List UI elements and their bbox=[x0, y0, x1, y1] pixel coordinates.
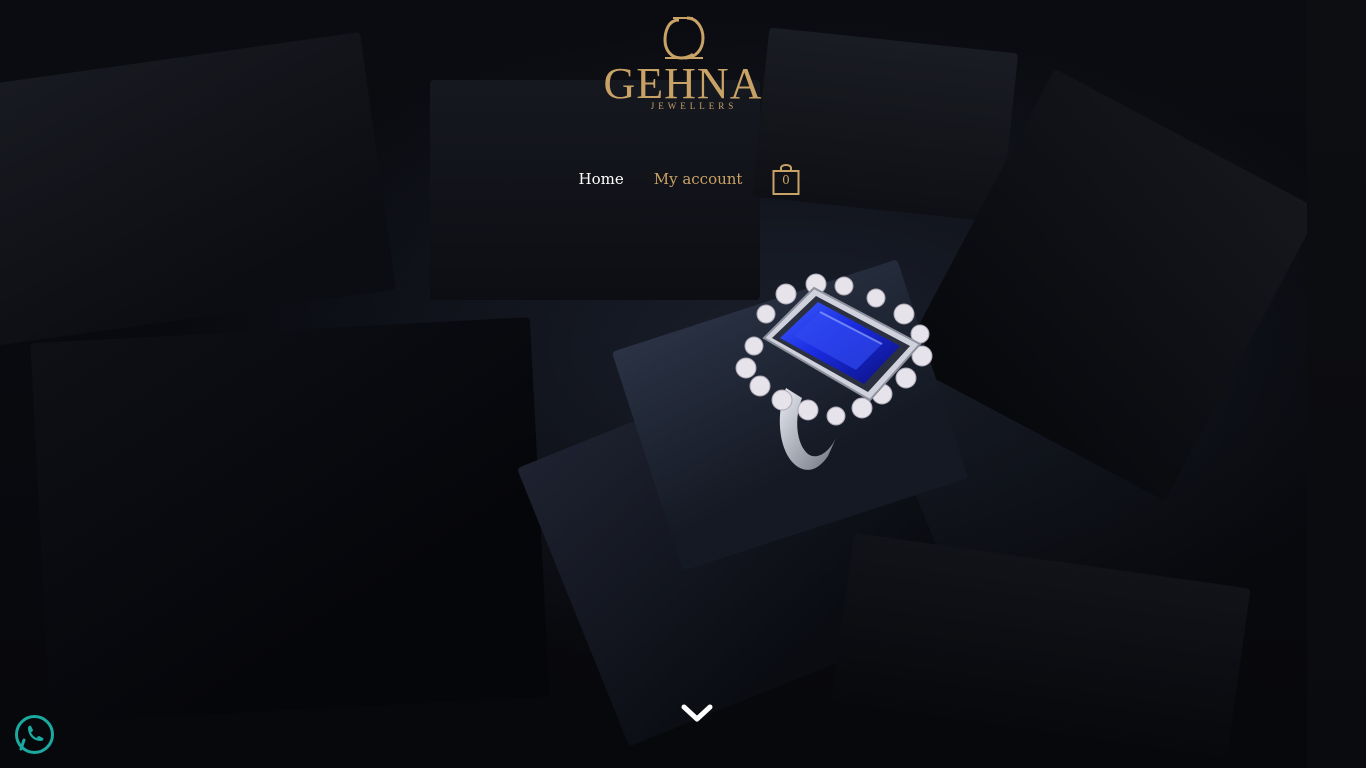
brand-subtitle: JEWELLERS bbox=[650, 101, 738, 111]
nav-link-home[interactable]: Home bbox=[579, 170, 624, 188]
nav-link-my-account[interactable]: My account bbox=[654, 170, 743, 188]
cart-button[interactable]: 0 bbox=[772, 162, 802, 196]
main-navigation: Home My account 0 bbox=[0, 162, 1366, 196]
background-box bbox=[829, 533, 1251, 767]
brand-logo[interactable]: GEHNA JEWELLERS bbox=[0, 14, 1366, 111]
background-box bbox=[30, 317, 550, 723]
chevron-down-icon[interactable] bbox=[680, 700, 714, 726]
ring-image bbox=[735, 273, 933, 470]
background-edge bbox=[1307, 0, 1366, 768]
logo-monogram-icon bbox=[663, 16, 705, 60]
whatsapp-icon[interactable] bbox=[13, 713, 56, 756]
cart-count: 0 bbox=[782, 173, 790, 187]
hero-banner: GEHNA JEWELLERS Home My account 0 bbox=[0, 0, 1366, 768]
brand-name: GEHNA bbox=[603, 59, 763, 108]
